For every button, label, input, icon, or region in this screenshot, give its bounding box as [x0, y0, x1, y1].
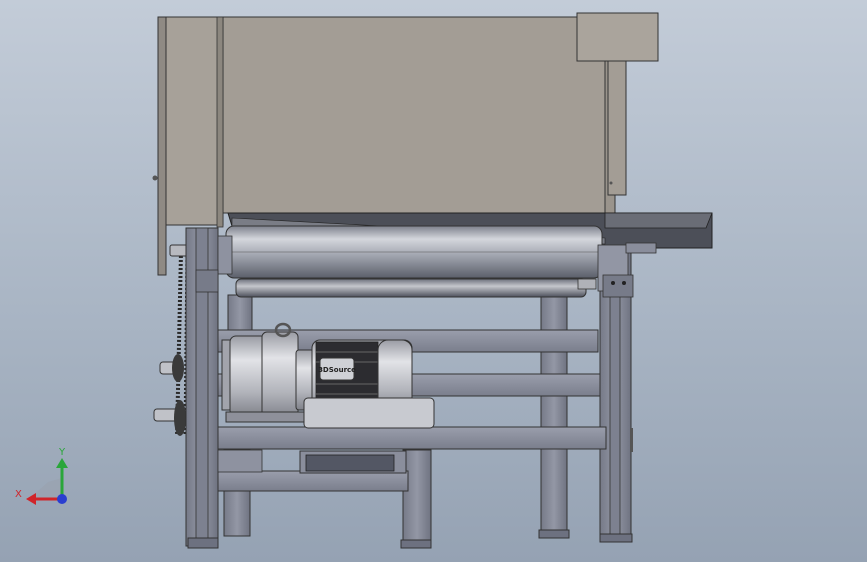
housing-right-column: [607, 60, 627, 196]
axis-triad: Y X: [15, 447, 68, 505]
frame-bracket: [630, 428, 633, 452]
y-axis-label: Y: [58, 447, 66, 458]
roller-bracket-left: [195, 269, 219, 293]
sprocket: [174, 400, 186, 436]
motor-assembly: 3DSource: [221, 322, 435, 429]
housing-inner-edge: [216, 16, 224, 228]
x-axis-label: X: [15, 489, 22, 500]
motor-brand-label: 3DSource: [318, 366, 356, 374]
gearbox-collar: [261, 331, 299, 419]
bearing-bolt: [611, 281, 615, 285]
housing-top-cap: [576, 12, 659, 62]
housing-side-panel: [165, 16, 224, 226]
frame-foot: [400, 539, 432, 549]
roller-shaft-right: [625, 242, 657, 254]
frame-post-mid-right: [402, 449, 432, 547]
frame-foot: [187, 537, 219, 549]
beam: [217, 470, 409, 492]
beam-bracket: [217, 449, 263, 473]
roller-bearing-left: [217, 235, 233, 275]
housing-bolt: [152, 175, 158, 181]
sprocket: [172, 354, 184, 382]
cad-viewport[interactable]: 3DSource Y X: [0, 0, 867, 562]
feed-tray-lip: [604, 212, 713, 229]
motor-base-plate-dark: [305, 454, 395, 472]
frame-foot: [599, 533, 633, 543]
roller-shaft-right-small: [577, 278, 597, 290]
frame-foot: [538, 529, 570, 539]
frame-post-mid-left-top: [227, 294, 253, 334]
housing-bolt: [609, 181, 613, 185]
y-axis-arrowhead: [56, 458, 68, 468]
z-axis-dot: [57, 494, 67, 504]
gearbox-foot: [225, 411, 307, 423]
machine-drawing: 3DSource Y X: [15, 12, 713, 549]
motor-base: [303, 397, 435, 429]
housing-left-panel: [157, 16, 167, 276]
beam: [217, 426, 607, 450]
roller-assembly: [195, 225, 657, 298]
housing-main-panel: [222, 16, 606, 214]
x-axis-arrowhead: [26, 493, 36, 505]
bearing-bolt: [622, 281, 626, 285]
roller-bracket-right: [602, 274, 634, 298]
lower-roller: [235, 278, 587, 298]
